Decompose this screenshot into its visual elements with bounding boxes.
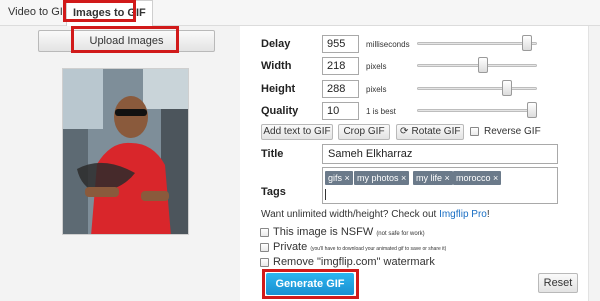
scrollbar[interactable]: [588, 26, 600, 301]
pro-upsell: Want unlimited width/height? Check out I…: [261, 209, 490, 220]
private-label: Private: [273, 241, 308, 253]
width-unit: pixels: [366, 62, 387, 71]
upload-highlight: [71, 26, 179, 53]
quality-unit: 1 is best: [366, 107, 396, 116]
quality-input[interactable]: 10: [322, 102, 359, 120]
quality-slider-track[interactable]: [417, 109, 537, 112]
height-slider-track[interactable]: [417, 87, 537, 90]
tag-chip[interactable]: gifs ×: [325, 171, 353, 185]
delay-label: Delay: [261, 38, 291, 50]
tag-chip[interactable]: morocco ×: [453, 171, 502, 185]
crop-button[interactable]: Crop GIF: [338, 124, 390, 140]
private-checkbox[interactable]: [260, 243, 269, 252]
quality-slider-thumb[interactable]: [527, 102, 537, 118]
height-label: Height: [261, 83, 296, 95]
pro-suffix: !: [486, 209, 490, 220]
tag-chip[interactable]: my life ×: [413, 171, 453, 185]
private-option: Private (you'll have to download your an…: [273, 241, 446, 253]
width-label: Width: [261, 60, 292, 72]
reset-button[interactable]: Reset: [538, 273, 578, 293]
text-cursor: [325, 189, 326, 200]
height-slider-thumb[interactable]: [501, 80, 512, 96]
private-note: (you'll have to download your animated g…: [310, 246, 447, 252]
quality-label: Quality: [261, 105, 299, 117]
imgflip-pro-link[interactable]: Imgflip Pro: [439, 209, 487, 220]
add-text-button[interactable]: Add text to GIF: [261, 124, 333, 140]
tags-label: Tags: [261, 186, 286, 198]
title-input[interactable]: Sameh Elkharraz: [322, 144, 558, 164]
tab-highlight: [63, 0, 136, 22]
width-input[interactable]: 218: [322, 57, 359, 75]
nsfw-note: (not safe for work): [376, 231, 425, 237]
title-label: Title: [261, 148, 284, 160]
watermark-label: Remove "imgflip.com" watermark: [273, 256, 435, 268]
delay-slider-thumb[interactable]: [521, 35, 532, 51]
pro-text: Want unlimited width/height? Check out: [261, 209, 440, 220]
generate-highlight: [262, 269, 359, 299]
width-slider-thumb[interactable]: [477, 57, 488, 73]
delay-unit: milliseconds: [366, 40, 410, 49]
rotate-label: Rotate GIF: [411, 126, 461, 137]
delay-slider-track[interactable]: [417, 42, 537, 45]
height-unit: pixels: [366, 85, 387, 94]
delay-input[interactable]: 955: [322, 35, 359, 53]
watermark-checkbox[interactable]: [260, 258, 269, 267]
nsfw-label: This image is NSFW: [273, 226, 374, 238]
tag-chip[interactable]: my photos ×: [354, 171, 410, 185]
nsfw-option: This image is NSFW (not safe for work): [273, 226, 425, 238]
height-input[interactable]: 288: [322, 80, 359, 98]
uploaded-image-preview: [62, 68, 189, 235]
reverse-checkbox[interactable]: [470, 127, 479, 136]
nsfw-checkbox[interactable]: [260, 228, 269, 237]
reverse-label: Reverse GIF: [484, 126, 541, 137]
driver-photo: [63, 69, 188, 234]
rotate-icon: ⟳: [400, 126, 409, 137]
